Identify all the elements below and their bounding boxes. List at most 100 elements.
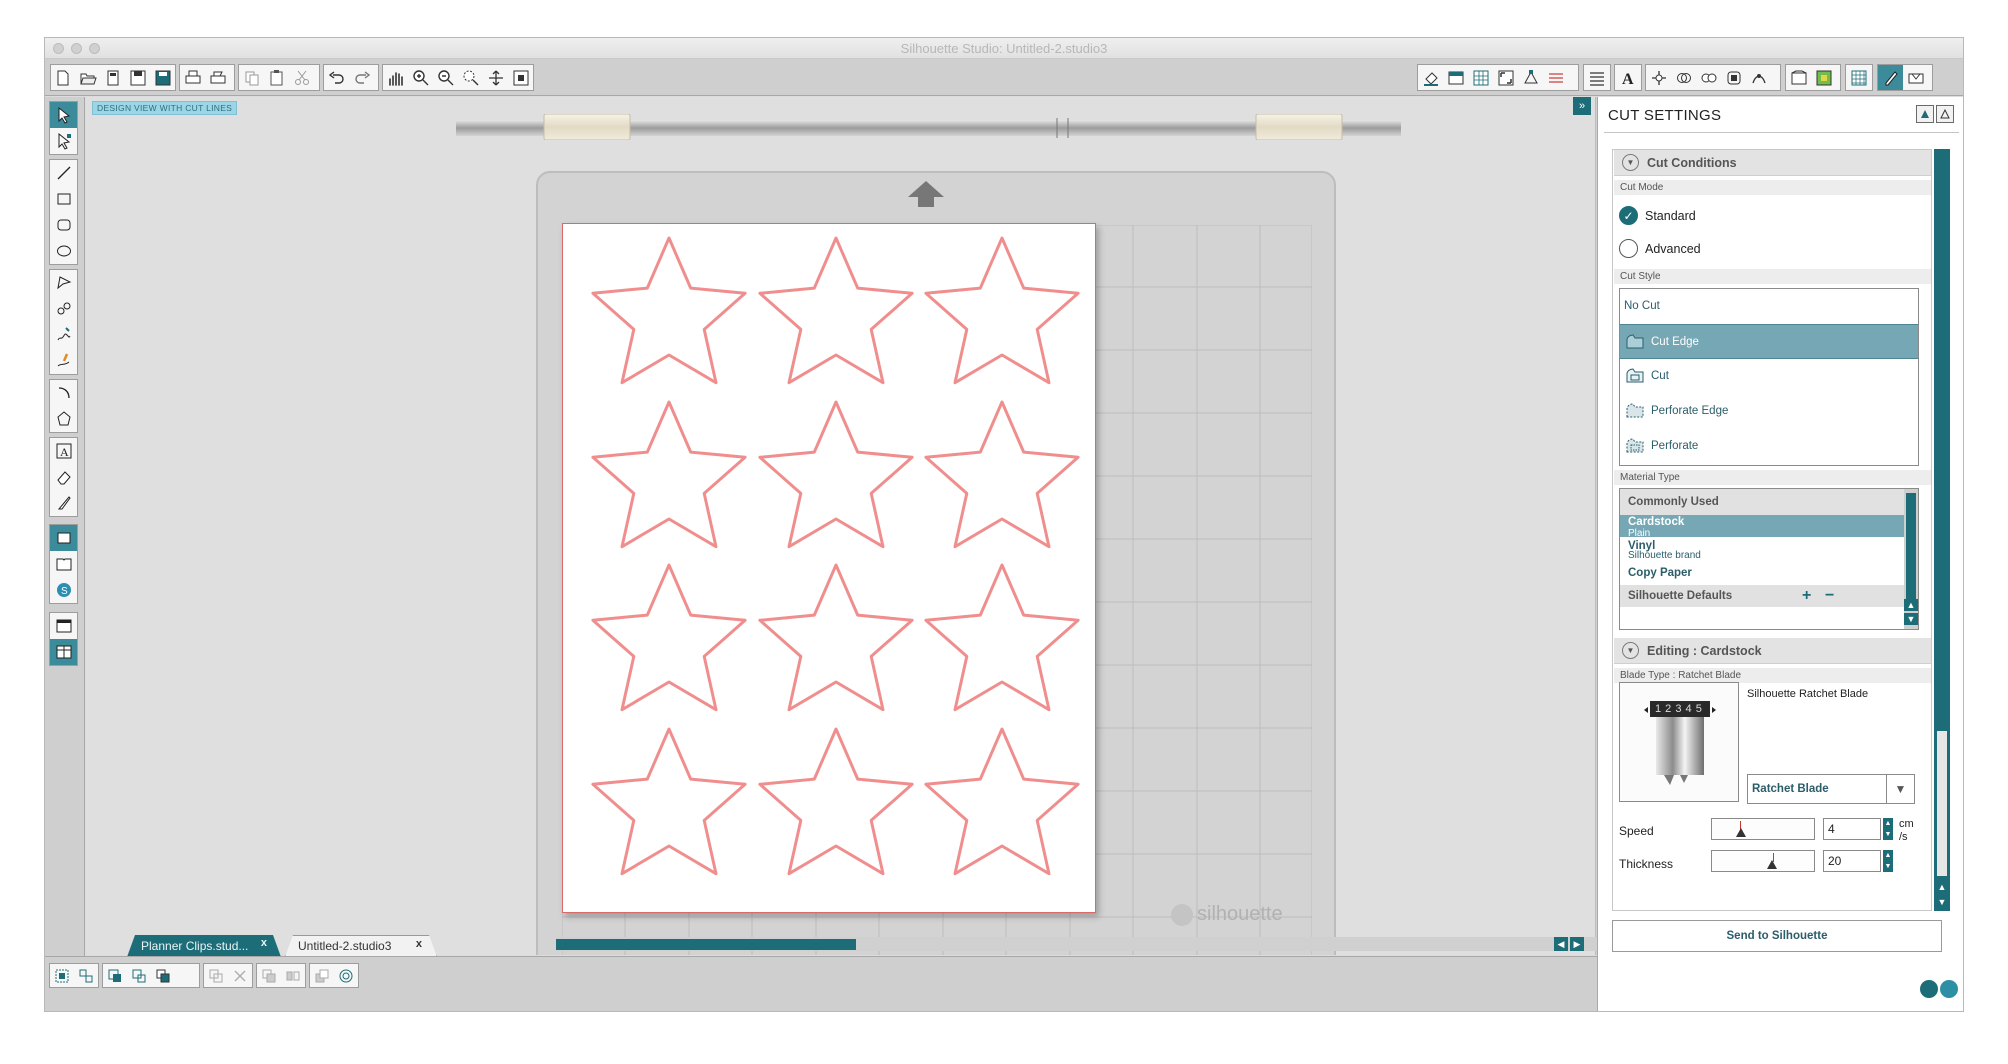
release-compound-path-icon[interactable] <box>127 964 151 987</box>
grid-icon[interactable] <box>1468 65 1493 90</box>
star-shape[interactable] <box>591 727 747 876</box>
rounded-rectangle-tool-icon[interactable] <box>50 212 77 238</box>
ungroup-icon[interactable] <box>74 964 98 987</box>
star-shape[interactable] <box>591 563 747 712</box>
chevron-down-icon[interactable]: ▼ <box>1886 775 1914 803</box>
arc-tool-icon[interactable] <box>50 380 77 406</box>
pixscan-icon[interactable] <box>1846 65 1871 90</box>
thickness-slider[interactable] <box>1711 850 1815 872</box>
smooth-freehand-icon[interactable] <box>50 348 77 374</box>
design-canvas[interactable]: DESIGN VIEW WITH CUT LINES silhouette ◀ … <box>86 97 1613 955</box>
material-scroll-thumb[interactable] <box>1906 493 1916 609</box>
close-tab-icon[interactable]: x <box>416 938 422 950</box>
cut-style-perforate[interactable]: Perforate <box>1620 429 1918 464</box>
material-copy-paper[interactable]: Copy Paper <box>1620 561 1918 585</box>
add-material-icon[interactable]: + <box>1802 587 1811 605</box>
tab-planner-clips[interactable]: Planner Clips.stud... x <box>127 935 281 957</box>
panel-scrollbar[interactable]: ▲ ▼ <box>1934 149 1950 911</box>
store-view-icon[interactable]: S <box>50 577 77 603</box>
trace-icon[interactable] <box>1746 65 1771 90</box>
copy-icon[interactable] <box>239 65 264 90</box>
speed-stepper[interactable]: ▲ ▼ <box>1883 818 1893 840</box>
design-view-icon[interactable] <box>50 525 77 551</box>
horizontal-scroll-thumb[interactable] <box>556 939 856 950</box>
regular-polygon-icon[interactable] <box>50 406 77 432</box>
single-view-icon[interactable] <box>50 613 77 639</box>
select-tool-icon[interactable] <box>50 102 77 128</box>
offset-icon[interactable] <box>1721 65 1746 90</box>
cut-icon[interactable] <box>289 65 314 90</box>
cut-style-cut-edge[interactable]: Cut Edge <box>1620 324 1918 359</box>
page-setup-icon[interactable] <box>1443 65 1468 90</box>
tab-untitled-2[interactable]: Untitled-2.studio3 x <box>285 935 437 957</box>
delete-icon[interactable] <box>228 964 252 987</box>
scroll-down-icon[interactable]: ▼ <box>1904 613 1918 625</box>
star-shape[interactable] <box>758 563 914 712</box>
star-shape[interactable] <box>758 236 914 385</box>
star-shape[interactable] <box>758 400 914 549</box>
material-vinyl[interactable]: Vinyl Silhouette brand <box>1620 537 1918 561</box>
remove-material-icon[interactable]: − <box>1825 587 1834 605</box>
gear-icon[interactable] <box>1920 980 1938 998</box>
cut-style-no-cut[interactable]: No Cut <box>1620 289 1918 324</box>
nodes-icon[interactable] <box>1518 65 1543 90</box>
pan-icon[interactable] <box>383 65 408 90</box>
make-compound-path-icon[interactable] <box>103 964 127 987</box>
text-style-icon[interactable]: A <box>1615 65 1640 90</box>
panel-expand-icon[interactable] <box>1916 105 1934 123</box>
send-to-back-icon[interactable] <box>310 964 334 987</box>
redo-icon[interactable] <box>349 65 374 90</box>
unchecked-radio-icon[interactable] <box>1619 239 1638 258</box>
modify-icon[interactable] <box>1696 65 1721 90</box>
send-to-silhouette-button[interactable]: Send to Silhouette <box>1612 920 1942 952</box>
speed-slider-handle[interactable] <box>1735 828 1746 837</box>
rectangle-tool-icon[interactable] <box>50 186 77 212</box>
fit-page-icon[interactable] <box>508 65 533 90</box>
duplicate-icon[interactable] <box>257 964 281 987</box>
scroll-left-icon[interactable]: ◀ <box>1554 937 1568 951</box>
line-fill-icon[interactable] <box>1584 65 1609 90</box>
sync-icon[interactable] <box>1940 980 1958 998</box>
editing-header[interactable]: ▼ Editing : Cardstock <box>1614 638 1931 664</box>
close-tab-icon[interactable]: x <box>261 937 267 949</box>
paste-icon[interactable] <box>264 65 289 90</box>
print-icon[interactable] <box>180 65 205 90</box>
cut-settings-icon[interactable] <box>1878 65 1903 90</box>
star-shape[interactable] <box>924 727 1080 876</box>
freehand-tool-icon[interactable] <box>50 322 77 348</box>
thickness-stepper[interactable]: ▲ ▼ <box>1883 850 1893 872</box>
speed-input[interactable]: 4 <box>1823 818 1881 840</box>
checked-radio-icon[interactable]: ✓ <box>1619 206 1638 225</box>
weld-icon[interactable] <box>204 964 228 987</box>
star-shape[interactable] <box>924 400 1080 549</box>
save-library-icon[interactable] <box>150 65 175 90</box>
replicate-icon[interactable] <box>1671 65 1696 90</box>
material-cardstock[interactable]: Cardstock Plain <box>1620 515 1918 539</box>
transform-icon[interactable] <box>1646 65 1671 90</box>
star-shape[interactable] <box>924 236 1080 385</box>
horizontal-scrollbar[interactable]: ◀ ▶ <box>556 937 1596 951</box>
ellipse-tool-icon[interactable] <box>50 238 77 264</box>
open-icon[interactable] <box>76 65 101 90</box>
fill-color-icon[interactable] <box>1418 65 1443 90</box>
drag-zoom-icon[interactable] <box>483 65 508 90</box>
material-scrollbar[interactable]: ▲ ▼ <box>1904 489 1918 629</box>
sd-icon[interactable] <box>101 65 126 90</box>
knife-tool-icon[interactable] <box>50 490 77 516</box>
text-tool-icon[interactable]: A <box>50 438 77 464</box>
send-icon[interactable] <box>1903 65 1928 90</box>
mirror-icon[interactable] <box>281 964 305 987</box>
blade-type-select[interactable]: Ratchet Blade ▼ <box>1747 774 1915 804</box>
thickness-input[interactable]: 20 <box>1823 850 1881 872</box>
zoom-select-icon[interactable] <box>458 65 483 90</box>
scroll-up-icon[interactable]: ▲ <box>1935 880 1949 894</box>
scroll-down-icon[interactable]: ▼ <box>1935 895 1949 909</box>
library-view-icon[interactable] <box>50 551 77 577</box>
bring-to-front-icon[interactable] <box>151 964 175 987</box>
collapse-section-icon[interactable]: ▼ <box>1622 154 1639 171</box>
cut-conditions-header[interactable]: ▼ Cut Conditions <box>1614 150 1931 176</box>
save-icon[interactable] <box>125 65 150 90</box>
library-icon[interactable] <box>1786 65 1811 90</box>
curve-tool-icon[interactable] <box>50 296 77 322</box>
zoom-in-icon[interactable] <box>408 65 433 90</box>
